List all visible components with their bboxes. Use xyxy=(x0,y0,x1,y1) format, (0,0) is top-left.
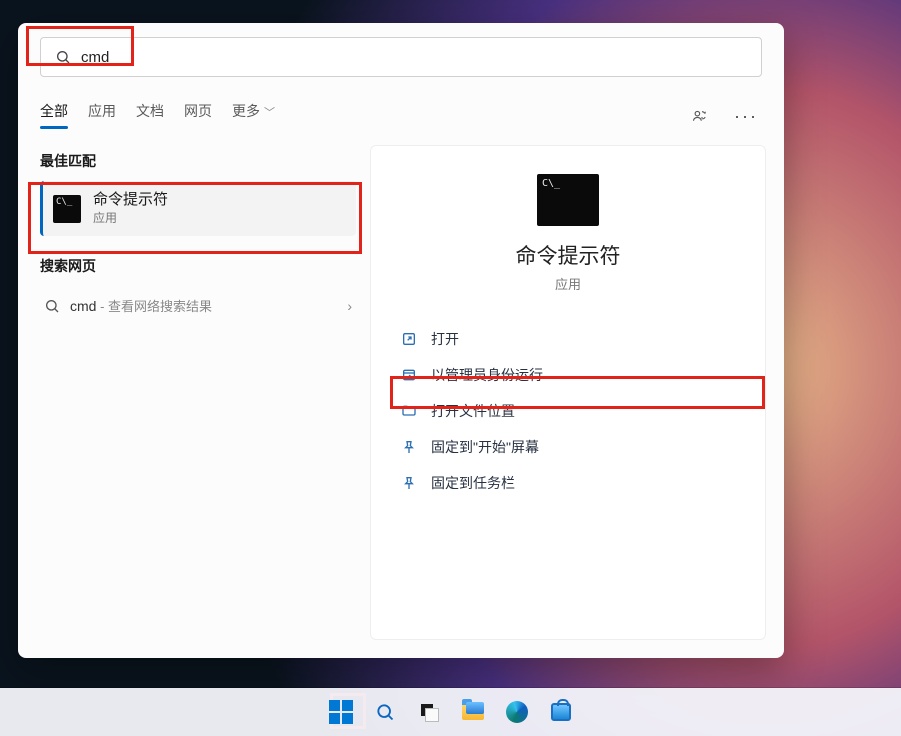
web-search-term: cmd xyxy=(70,298,96,314)
chevron-right-icon: › xyxy=(347,298,352,314)
open-icon xyxy=(401,331,417,347)
tab-web[interactable]: 网页 xyxy=(184,101,212,131)
best-match-title: 命令提示符 xyxy=(93,191,168,209)
edge-icon xyxy=(506,701,528,723)
action-run-as-admin[interactable]: 以管理员身份运行 xyxy=(395,357,741,393)
pin-icon xyxy=(401,475,417,491)
action-label: 以管理员身份运行 xyxy=(431,365,543,385)
microsoft-store-button[interactable] xyxy=(544,695,578,729)
web-search-header: 搜索网页 xyxy=(40,256,356,276)
action-pin-to-start[interactable]: 固定到"开始"屏幕 xyxy=(395,429,741,465)
admin-shield-icon xyxy=(401,367,417,383)
action-label: 固定到任务栏 xyxy=(431,473,515,493)
file-explorer-button[interactable] xyxy=(456,695,490,729)
web-search-result[interactable]: cmd - 查看网络搜索结果 › xyxy=(40,286,356,325)
action-label: 打开 xyxy=(431,329,459,349)
edge-button[interactable] xyxy=(500,695,534,729)
action-pin-to-taskbar[interactable]: 固定到任务栏 xyxy=(395,465,741,501)
search-tabs: 全部 应用 文档 网页 更多﹀ ··· xyxy=(18,93,784,131)
taskbar xyxy=(0,688,901,736)
action-label: 固定到"开始"屏幕 xyxy=(431,437,539,457)
start-button[interactable] xyxy=(324,695,358,729)
file-explorer-icon xyxy=(462,704,484,720)
chevron-down-icon: ﹀ xyxy=(264,107,275,119)
search-icon xyxy=(375,702,395,722)
search-box[interactable] xyxy=(40,37,762,77)
detail-subtitle: 应用 xyxy=(395,274,741,293)
results-left-column: 最佳匹配 命令提示符 应用 搜索网页 cmd - 查看网络搜索结果 › xyxy=(18,131,364,658)
more-options-icon[interactable]: ··· xyxy=(730,106,762,127)
action-open-file-location[interactable]: 打开文件位置 xyxy=(395,393,741,429)
result-detail-card: 命令提示符 应用 打开 以管理员身份运行 打开文件位置 xyxy=(370,145,766,640)
action-label: 打开文件位置 xyxy=(431,401,515,421)
search-icon xyxy=(55,49,71,65)
best-match-result[interactable]: 命令提示符 应用 xyxy=(40,181,356,236)
cmd-app-icon xyxy=(53,195,81,223)
detail-title: 命令提示符 xyxy=(395,240,741,270)
tab-more[interactable]: 更多﹀ xyxy=(232,101,275,131)
task-view-icon xyxy=(419,702,439,722)
store-icon xyxy=(551,703,571,721)
task-view-button[interactable] xyxy=(412,695,446,729)
search-input[interactable] xyxy=(81,49,761,66)
taskbar-search-button[interactable] xyxy=(368,695,402,729)
windows-search-panel: 全部 应用 文档 网页 更多﹀ ··· 最佳匹配 命令提示符 应用 搜索网页 xyxy=(18,23,784,658)
cmd-app-icon-large xyxy=(537,174,599,226)
action-open[interactable]: 打开 xyxy=(395,321,741,357)
folder-icon xyxy=(401,403,417,419)
pin-icon xyxy=(401,439,417,455)
tab-all[interactable]: 全部 xyxy=(40,101,68,131)
web-search-hint: - 查看网络搜索结果 xyxy=(96,299,212,314)
search-icon xyxy=(44,298,60,314)
account-sync-icon[interactable] xyxy=(689,106,710,127)
tab-apps[interactable]: 应用 xyxy=(88,101,116,131)
action-list: 打开 以管理员身份运行 打开文件位置 固定到"开始"屏幕 xyxy=(395,321,741,501)
best-match-subtitle: 应用 xyxy=(93,209,168,226)
search-row xyxy=(18,23,784,77)
tab-docs[interactable]: 文档 xyxy=(136,101,164,131)
windows-logo-icon xyxy=(329,700,353,724)
best-match-header: 最佳匹配 xyxy=(40,151,356,171)
